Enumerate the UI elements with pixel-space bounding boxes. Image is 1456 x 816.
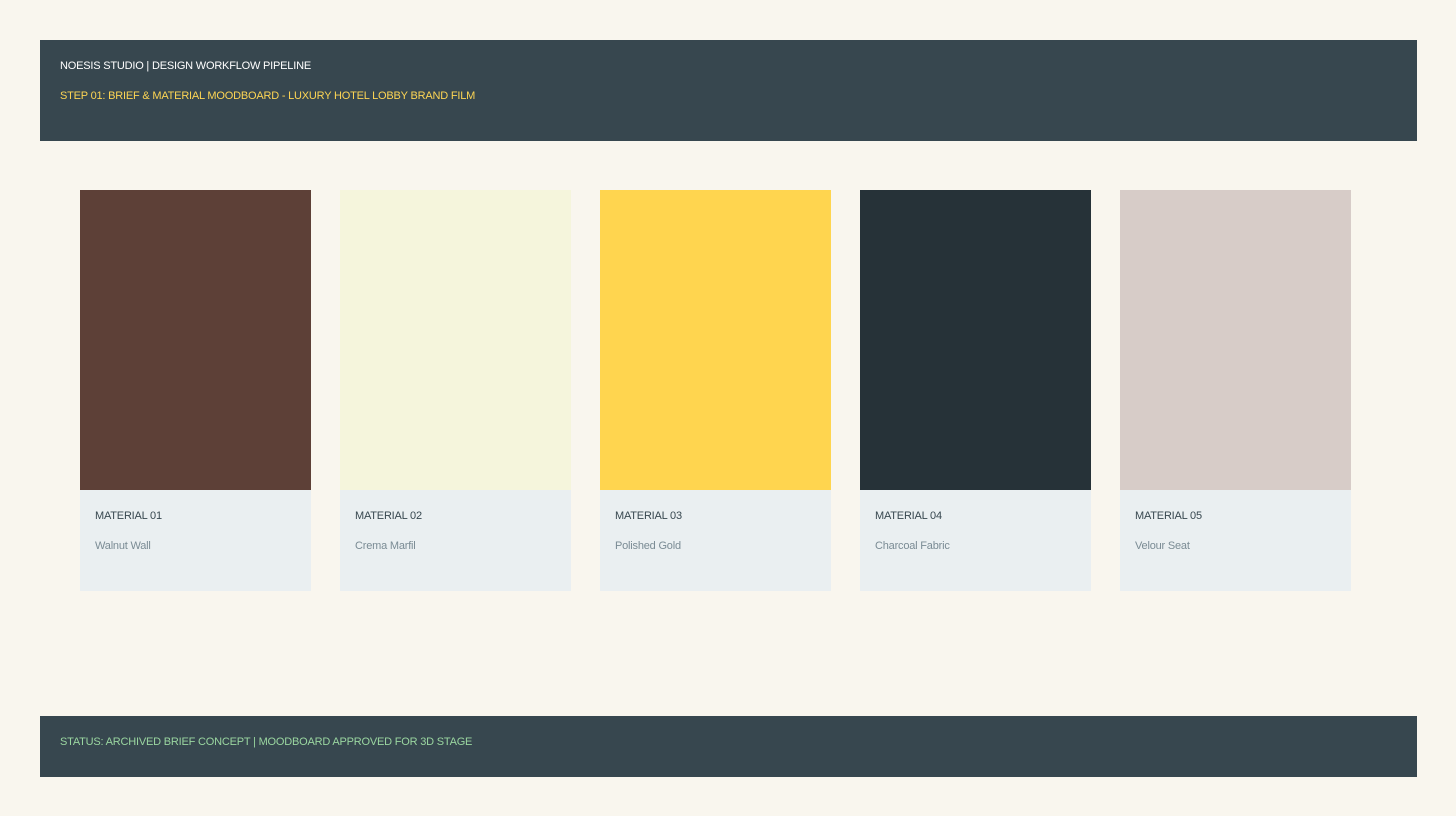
status-bar: STATUS: ARCHIVED BRIEF CONCEPT | MOODBOA… xyxy=(40,716,1417,777)
material-label-04: MATERIAL 04 xyxy=(875,510,942,522)
material-name-02: Crema Marfil xyxy=(355,540,416,552)
material-info-01: MATERIAL 01 Walnut Wall xyxy=(80,490,311,591)
material-card-01[interactable]: MATERIAL 01 Walnut Wall xyxy=(80,190,311,591)
material-label-03: MATERIAL 03 xyxy=(615,510,682,522)
material-info-03: MATERIAL 03 Polished Gold xyxy=(600,490,831,591)
material-name-05: Velour Seat xyxy=(1135,540,1190,552)
material-info-04: MATERIAL 04 Charcoal Fabric xyxy=(860,490,1091,591)
step-subtitle: STEP 01: BRIEF & MATERIAL MOODBOARD - LU… xyxy=(60,90,476,102)
material-card-03[interactable]: MATERIAL 03 Polished Gold xyxy=(600,190,831,591)
material-swatch-04 xyxy=(860,190,1091,490)
material-name-03: Polished Gold xyxy=(615,540,681,552)
material-name-01: Walnut Wall xyxy=(95,540,151,552)
studio-title: NOESIS STUDIO | DESIGN WORKFLOW PIPELINE xyxy=(60,60,311,72)
material-swatch-05 xyxy=(1120,190,1351,490)
material-card-02[interactable]: MATERIAL 02 Crema Marfil xyxy=(340,190,571,591)
material-info-05: MATERIAL 05 Velour Seat xyxy=(1120,490,1351,591)
material-info-02: MATERIAL 02 Crema Marfil xyxy=(340,490,571,591)
material-card-05[interactable]: MATERIAL 05 Velour Seat xyxy=(1120,190,1351,591)
material-label-02: MATERIAL 02 xyxy=(355,510,422,522)
material-swatch-03 xyxy=(600,190,831,490)
material-card-04[interactable]: MATERIAL 04 Charcoal Fabric xyxy=(860,190,1091,591)
material-label-05: MATERIAL 05 xyxy=(1135,510,1202,522)
material-moodboard: MATERIAL 01 Walnut Wall MATERIAL 02 Crem… xyxy=(80,190,1351,591)
material-swatch-02 xyxy=(340,190,571,490)
material-swatch-01 xyxy=(80,190,311,490)
status-text: STATUS: ARCHIVED BRIEF CONCEPT | MOODBOA… xyxy=(60,736,473,748)
material-label-01: MATERIAL 01 xyxy=(95,510,162,522)
material-name-04: Charcoal Fabric xyxy=(875,540,950,552)
pipeline-header: NOESIS STUDIO | DESIGN WORKFLOW PIPELINE… xyxy=(40,40,1417,141)
